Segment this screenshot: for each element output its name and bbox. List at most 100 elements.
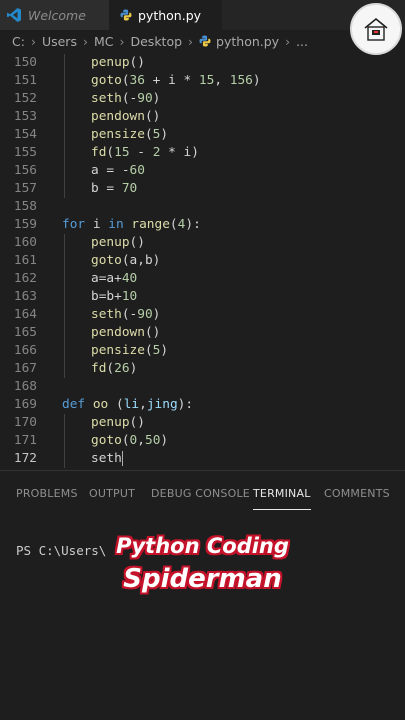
code-token: penup: [91, 235, 130, 250]
code-token: (): [129, 415, 145, 430]
code-text: b=b+10: [91, 288, 137, 306]
code-line[interactable]: 159 for i in range(4):: [0, 216, 405, 234]
code-token: + i *: [144, 73, 199, 88]
code-text: goto(36 + i * 15, 156): [91, 72, 261, 90]
code-token: seth: [91, 307, 122, 322]
code-token: jing: [146, 397, 178, 412]
code-token: * i): [160, 145, 199, 160]
code-token: seth: [91, 451, 122, 466]
line-number: 171: [13, 433, 37, 448]
code-text: seth(-90): [91, 306, 160, 324]
code-text: penup(): [91, 414, 145, 432]
code-token: (: [121, 433, 130, 448]
code-token: for: [62, 217, 86, 232]
code-token: (: [106, 145, 115, 160]
code-line[interactable]: 165 pendown(): [0, 324, 405, 342]
code-line[interactable]: 169 def oo (li,jing):: [0, 396, 405, 414]
line-number: 167: [13, 361, 37, 376]
code-token: (): [144, 325, 161, 340]
code-token: goto: [91, 73, 122, 88]
code-line[interactable]: 166 pensize(5): [0, 342, 405, 360]
breadcrumb-file[interactable]: python.py: [216, 34, 279, 49]
code-line[interactable]: 160 penup(): [0, 234, 405, 252]
code-line[interactable]: 161 goto(a,b): [0, 252, 405, 270]
tab-output[interactable]: OUTPUT: [89, 487, 135, 500]
code-line[interactable]: 163 b=b+10: [0, 288, 405, 306]
video-caption-line2: Spiderman: [123, 564, 282, 594]
code-line[interactable]: 171 goto(0,50): [0, 432, 405, 450]
code-token: 36: [129, 73, 145, 88]
code-token: penup: [91, 415, 130, 430]
chevron-right-icon: ›: [30, 33, 36, 49]
line-number: 155: [13, 145, 37, 160]
code-line[interactable]: 170 penup(): [0, 414, 405, 432]
code-token: 60: [129, 163, 145, 178]
code-token: ): [152, 307, 161, 322]
line-number: 172: [13, 451, 37, 466]
tab-debug-console[interactable]: DEBUG CONSOLE: [151, 487, 250, 500]
tab-problems[interactable]: PROBLEMS: [16, 487, 78, 500]
code-token: ,: [214, 73, 230, 88]
tab-python-file[interactable]: python.py: [110, 0, 222, 30]
breadcrumb-more[interactable]: ...: [296, 34, 308, 49]
code-token: pendown: [91, 325, 145, 340]
code-line[interactable]: 151 goto(36 + i * 15, 156): [0, 72, 405, 90]
tab-comments[interactable]: COMMENTS: [324, 487, 390, 500]
code-token: 90: [137, 91, 153, 106]
line-number: 151: [13, 73, 37, 88]
code-line[interactable]: 152 seth(-90): [0, 90, 405, 108]
code-token: (: [144, 127, 153, 142]
python-file-icon: [120, 9, 132, 21]
code-line[interactable]: 153 pendown(): [0, 108, 405, 126]
code-line[interactable]: 150 penup(): [0, 54, 405, 72]
line-number: 160: [13, 235, 37, 250]
bottom-panel: PROBLEMS OUTPUT DEBUG CONSOLE TERMINAL C…: [0, 470, 405, 720]
code-token: (): [129, 55, 145, 70]
vscode-logo-icon: [0, 0, 28, 30]
code-text: pensize(5): [91, 126, 168, 144]
code-token: 156: [229, 73, 253, 88]
code-line[interactable]: 167 fd(26): [0, 360, 405, 378]
breadcrumb: C: › Users › MC › Desktop › python.py › …: [0, 30, 405, 52]
code-token: (: [108, 397, 124, 412]
breadcrumb-drive[interactable]: C:: [12, 34, 25, 49]
code-text: a=a+40: [91, 270, 137, 288]
line-number: 162: [13, 271, 37, 286]
code-token: b=b+: [91, 289, 122, 304]
code-text: a = -60: [91, 162, 145, 180]
editor-tab-bar: Welcome python.py: [0, 0, 405, 30]
code-token: fd: [91, 145, 107, 160]
code-line[interactable]: 168: [0, 378, 405, 396]
breadcrumb-users[interactable]: Users: [42, 34, 77, 49]
code-text: seth(-90): [91, 90, 160, 108]
line-number: 157: [13, 181, 37, 196]
tab-welcome[interactable]: Welcome: [28, 0, 110, 30]
code-token: (: [144, 343, 153, 358]
code-editor[interactable]: 150 penup() 151 goto(36 + i * 15, 156) 152 se…: [0, 52, 405, 470]
code-token: ): [152, 91, 161, 106]
tab-terminal[interactable]: TERMINAL: [253, 487, 311, 510]
code-token: pendown: [91, 109, 145, 124]
code-line[interactable]: 156 a = -60: [0, 162, 405, 180]
text-cursor: [121, 451, 123, 466]
code-token: 10: [121, 289, 138, 304]
code-text: pendown(): [91, 108, 160, 126]
code-line[interactable]: 158: [0, 198, 405, 216]
code-line[interactable]: 155 fd(15 - 2 * i): [0, 144, 405, 162]
line-number: 150: [13, 55, 37, 70]
breadcrumb-mc[interactable]: MC: [94, 34, 114, 49]
code-line[interactable]: 164 seth(-90): [0, 306, 405, 324]
line-number: 156: [13, 163, 37, 178]
code-token: oo: [92, 397, 109, 412]
code-token: (): [144, 109, 161, 124]
code-token: (: [121, 73, 130, 88]
line-number: 165: [13, 325, 37, 340]
code-line[interactable]: 157 b = 70: [0, 180, 405, 198]
code-token: ):: [177, 397, 194, 412]
code-token: penup: [91, 55, 130, 70]
code-line[interactable]: 162 a=a+40: [0, 270, 405, 288]
code-line[interactable]: 172 seth: [0, 450, 405, 468]
code-line[interactable]: 154 pensize(5): [0, 126, 405, 144]
breadcrumb-desktop[interactable]: Desktop: [130, 34, 182, 49]
code-token: ): [129, 361, 138, 376]
